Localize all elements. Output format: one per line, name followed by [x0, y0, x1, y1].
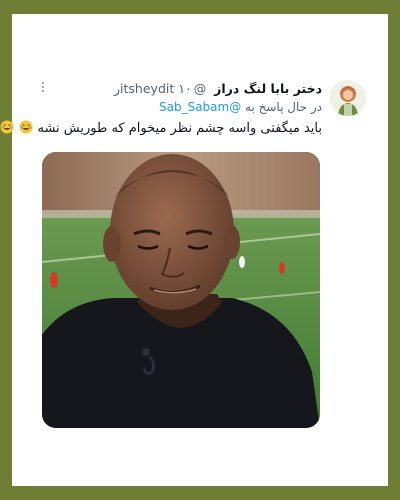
reply-mention-link[interactable]: @Sab_Sabam [159, 100, 241, 114]
display-name[interactable]: دختر بابا لنگ دراز [214, 81, 322, 96]
replying-to-line: در حال پاسخ به @Sab_Sabam [40, 100, 322, 118]
tweet-body: باید میگفتی واسه چشم نظر میخوام که طوریش… [37, 121, 322, 136]
tweet-text: باید میگفتی واسه چشم نظر میخوام که طوریش… [0, 120, 322, 140]
laughing-emoji-icon [19, 120, 33, 134]
photo-man-studio [42, 152, 320, 428]
more-options-icon[interactable] [40, 80, 46, 94]
avatar[interactable] [330, 80, 366, 116]
laughing-emoji-icon [0, 120, 14, 134]
tweet-header: دختر بابا لنگ دراز @itsheydit ۱۰ر [48, 81, 322, 99]
tweet-media-photo[interactable] [42, 152, 320, 428]
reply-prefix: در حال پاسخ به [245, 100, 322, 114]
user-handle[interactable]: @itsheydit [120, 81, 206, 96]
